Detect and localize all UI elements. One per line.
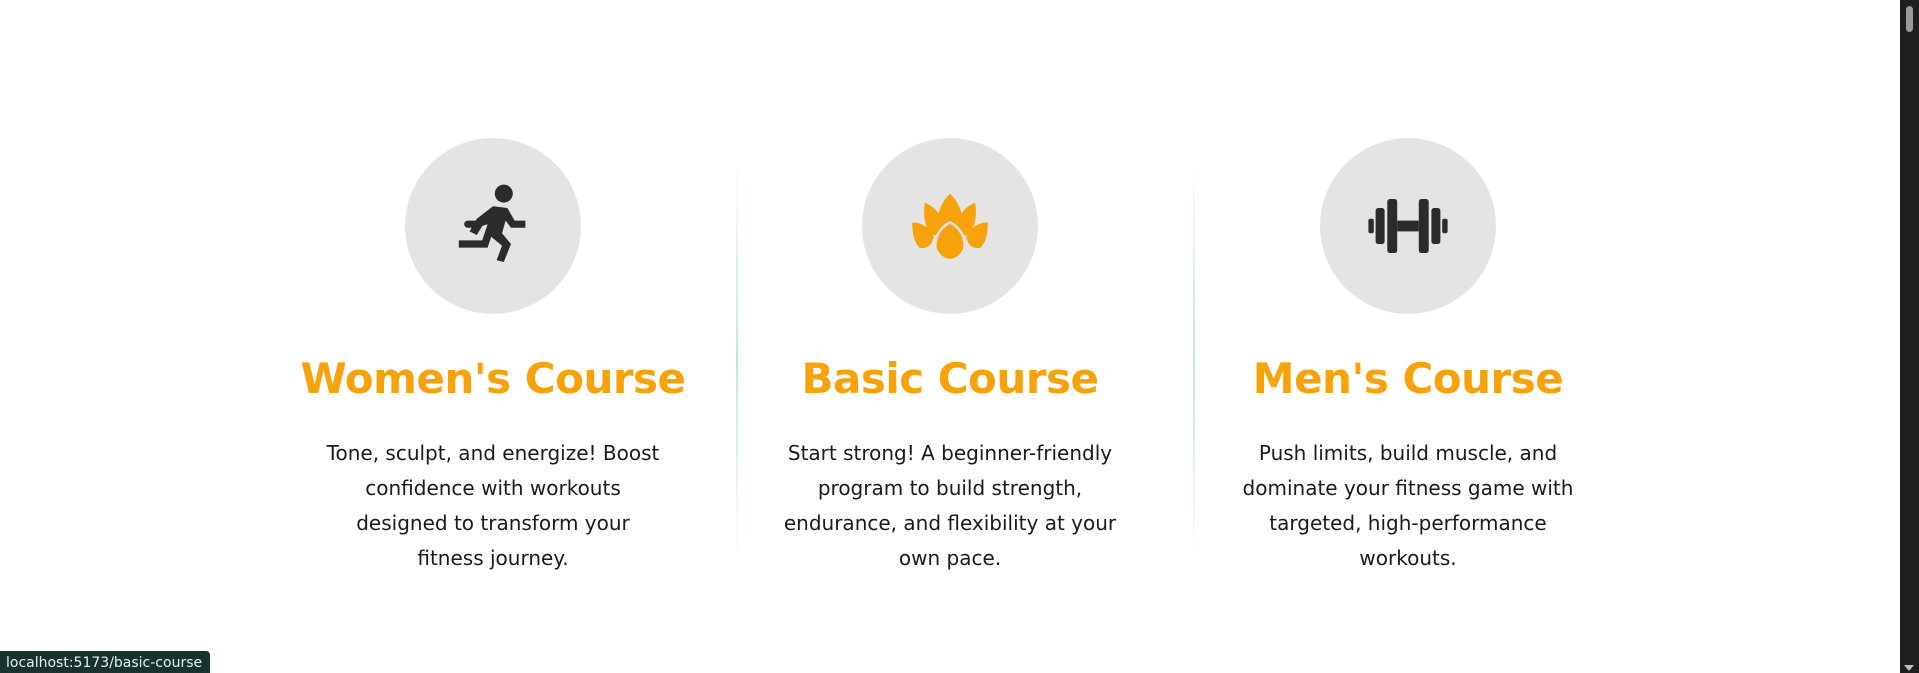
course-description: Tone, sculpt, and energize! Boost confid…	[326, 441, 660, 571]
course-description: Start strong! A beginner-friendly progra…	[783, 441, 1117, 571]
course-title: Women's Course	[300, 354, 686, 403]
course-title: Basic Course	[801, 354, 1099, 403]
course-card-basic[interactable]: Basic Course Start strong! A beginner-fr…	[750, 138, 1150, 576]
course-description: Push limits, build muscle, and dominate …	[1242, 441, 1574, 571]
scrollbar-thumb[interactable]	[1906, 6, 1913, 32]
course-card-mens[interactable]: Men's Course Push limits, build muscle, …	[1208, 138, 1608, 576]
course-icon-circle	[405, 138, 581, 314]
divider	[736, 160, 738, 560]
page: Women's Course Tone, sculpt, and energiz…	[0, 0, 1919, 673]
courses-section: Women's Course Tone, sculpt, and energiz…	[0, 0, 1900, 673]
course-icon-circle	[1320, 138, 1496, 314]
dumbbell-icon	[1368, 199, 1448, 253]
course-icon-circle	[862, 138, 1038, 314]
course-card-womens[interactable]: Women's Course Tone, sculpt, and energiz…	[293, 138, 693, 576]
vertical-scrollbar[interactable]	[1900, 0, 1919, 673]
scroll-down-arrow-icon[interactable]	[1904, 665, 1914, 671]
course-title: Men's Course	[1252, 354, 1564, 403]
lotus-icon	[912, 193, 988, 262]
divider	[1193, 160, 1195, 560]
status-bar-url: localhost:5173/basic-course	[0, 651, 211, 673]
running-person-icon	[458, 184, 526, 262]
